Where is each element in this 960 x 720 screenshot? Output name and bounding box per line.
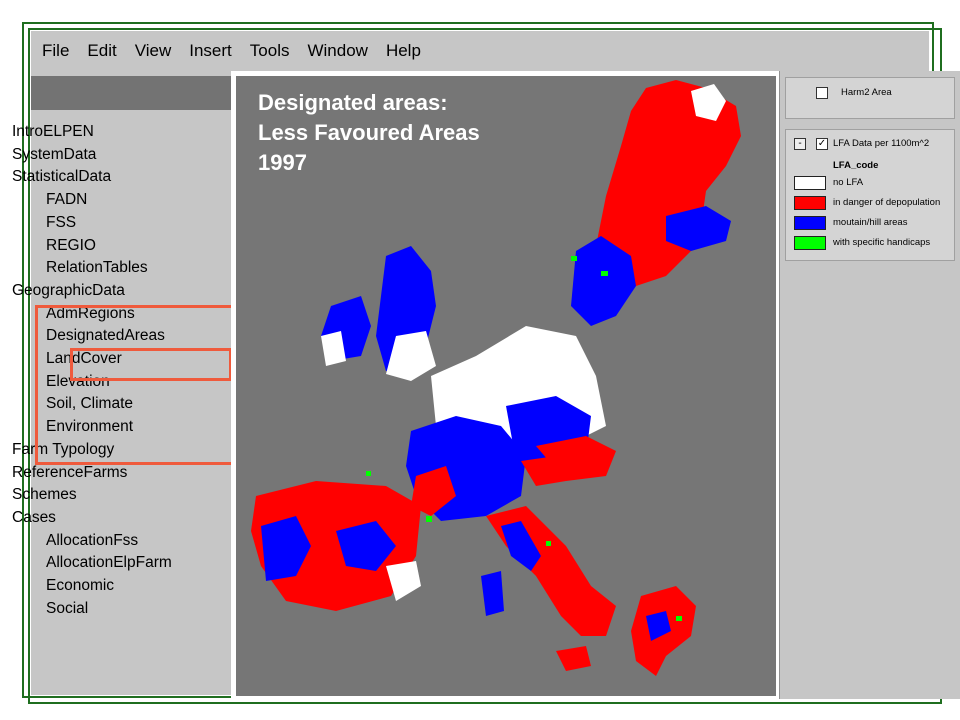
map-region-sicily-red <box>556 646 591 671</box>
tree-item-geographicdata[interactable]: GeographicData <box>12 280 212 303</box>
map-title-line-1: Designated areas: <box>258 90 448 115</box>
designated-areas-highlight <box>70 348 232 381</box>
tree-item-allocationelpfarm[interactable]: AllocationElpFarm <box>12 552 212 575</box>
menu-window[interactable]: Window <box>307 41 367 61</box>
menu-file[interactable]: File <box>42 41 69 61</box>
tree-item-relationtables[interactable]: RelationTables <box>12 257 212 280</box>
menu-help[interactable]: Help <box>386 41 421 61</box>
menu-edit[interactable]: Edit <box>87 41 116 61</box>
tree-item-schemes[interactable]: Schemes <box>12 484 212 507</box>
menu-insert[interactable]: Insert <box>189 41 232 61</box>
swatch-handicaps <box>794 236 826 250</box>
harm2-checkbox[interactable] <box>816 87 828 99</box>
legend-panel: Harm2 Area - ✓ LFA Data per 1100m^2 LFA_… <box>779 71 960 699</box>
lfa-layer-label: LFA Data per 1100m^2 <box>833 138 930 149</box>
tree-item-fadn[interactable]: FADN <box>12 189 212 212</box>
tree-item-social[interactable]: Social <box>12 598 212 621</box>
toolbar-strip <box>31 76 231 110</box>
map-title-line-2: Less Favoured Areas <box>258 120 480 145</box>
geographic-data-highlight <box>35 305 235 465</box>
collapse-button[interactable]: - <box>794 138 806 150</box>
tree-item-statisticaldata[interactable]: StatisticalData <box>12 166 212 189</box>
map-region-sardinia-blue <box>481 571 504 616</box>
tree-item-fss[interactable]: FSS <box>12 212 212 235</box>
tree-item-introelpen[interactable]: IntroELPEN <box>12 121 212 144</box>
swatch-depopulation <box>794 196 826 210</box>
map-speck-green-4 <box>546 541 551 546</box>
tree-item-economic[interactable]: Economic <box>12 575 212 598</box>
map-title-line-3: 1997 <box>258 150 307 175</box>
tree-item-regio[interactable]: REGIO <box>12 235 212 258</box>
tree-item-allocationfss[interactable]: AllocationFss <box>12 530 212 553</box>
map-speck-green-5 <box>676 616 682 621</box>
legend-entry-depopulation: in danger of depopulation <box>833 197 941 208</box>
legend-entry-no-lfa: no LFA <box>833 177 864 188</box>
tree-item-cases[interactable]: Cases <box>12 507 212 530</box>
legend-layer-harm2: Harm2 Area <box>785 77 955 119</box>
map-speck-green-3 <box>426 516 432 522</box>
legend-entry-handicaps: with specific handicaps <box>833 237 931 248</box>
swatch-no-lfa <box>794 176 826 190</box>
lfa-checkbox[interactable]: ✓ <box>816 138 828 150</box>
legend-entry-mountain: moutain/hill areas <box>833 217 908 228</box>
harm2-label: Harm2 Area <box>841 87 892 98</box>
menu-view[interactable]: View <box>135 41 172 61</box>
map-title: Designated areas: Less Favoured Areas 19… <box>258 88 480 178</box>
map-speck-green-2 <box>601 271 608 276</box>
map-speck-green-1 <box>571 256 577 261</box>
lfa-field-label: LFA_code <box>833 160 879 171</box>
map-speck-green-6 <box>366 471 371 476</box>
menu-tools[interactable]: Tools <box>250 41 290 61</box>
swatch-mountain <box>794 216 826 230</box>
legend-layer-lfa: - ✓ LFA Data per 1100m^2 LFA_code no LFA… <box>785 129 955 261</box>
tree-item-systemdata[interactable]: SystemData <box>12 144 212 167</box>
menu-bar: File Edit View Insert Tools Window Help <box>31 31 929 71</box>
